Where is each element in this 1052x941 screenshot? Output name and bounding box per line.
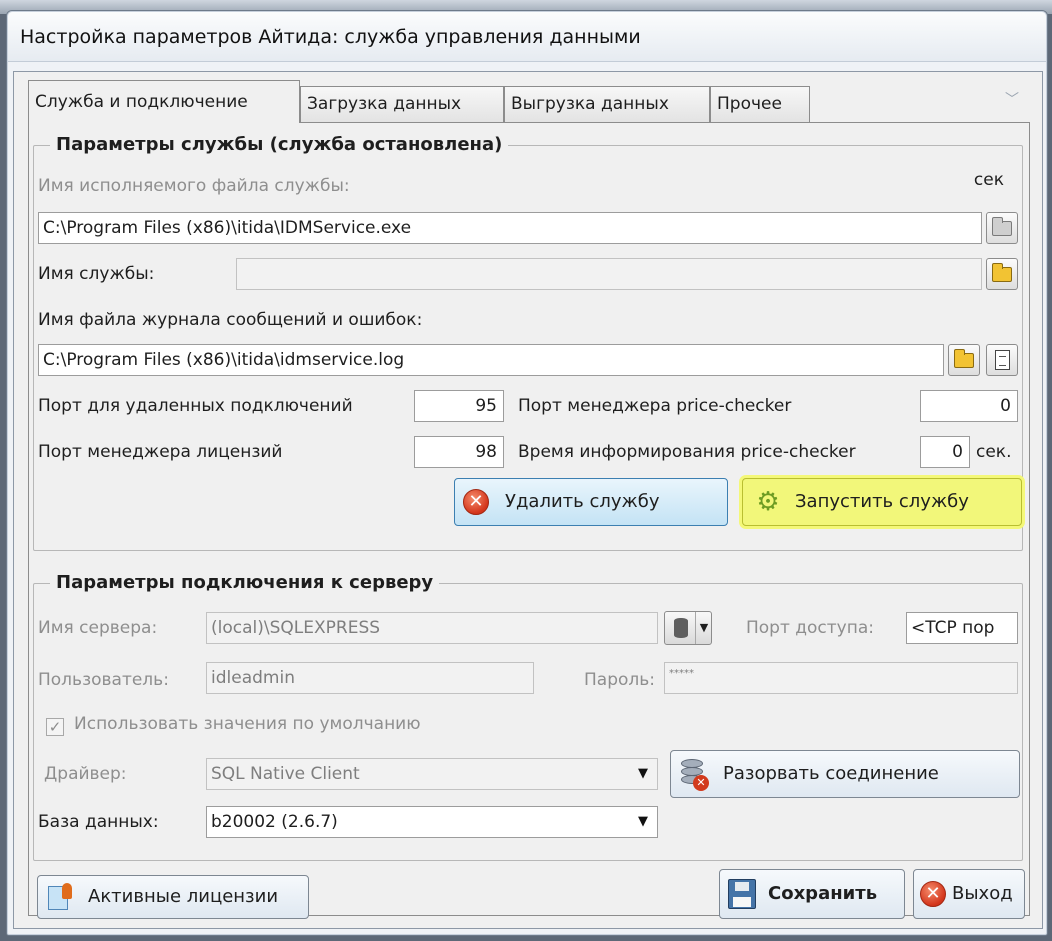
exit-x-icon: ✕ [920, 881, 946, 907]
connection-params-group: Параметры подключения к серверу Имя серв… [33, 572, 1023, 861]
database-icon [674, 618, 688, 638]
driver-dropdown-arrow-icon[interactable]: ▼ [629, 759, 657, 789]
pricechecker-port-field[interactable]: 0 [920, 390, 1018, 422]
tab-service-connection[interactable]: Служба и подключение [28, 80, 300, 123]
database-label: База данных: [38, 812, 159, 832]
settings-window: Настройка параметров Айтида: служба упра… [6, 10, 1048, 936]
service-params-group: Параметры службы (служба остановлена) Им… [33, 134, 1023, 551]
start-service-button[interactable]: ⚙ Запустить службу [742, 478, 1022, 526]
service-name-field[interactable] [236, 258, 982, 290]
driver-label: Драйвер: [44, 764, 127, 784]
exe-label: Имя исполняемого файла службы: [38, 176, 350, 196]
tab-overflow-chevron-icon[interactable]: ﹀ [1004, 93, 1020, 107]
inform-time-field[interactable]: 0 [920, 436, 970, 468]
tab-other[interactable]: Прочее [710, 86, 810, 122]
connection-group-title: Параметры подключения к серверу [50, 572, 440, 593]
log-path-field[interactable]: C:\Program Files (x86)\itida\idmservice.… [38, 344, 944, 376]
inform-time-unit: сек. [976, 442, 1012, 462]
access-port-label: Порт доступа: [746, 618, 875, 638]
folder-icon [954, 349, 974, 368]
delete-x-icon: ✕ [463, 489, 489, 515]
exit-button[interactable]: ✕ Выход [913, 869, 1025, 919]
dropdown-arrow-icon[interactable]: ▼ [695, 612, 712, 644]
document-icon [995, 350, 1010, 370]
server-name-field[interactable]: (local)\SQLEXPRESS [206, 612, 658, 644]
remote-port-label: Порт для удаленных подключений [38, 396, 353, 416]
license-port-field[interactable]: 98 [414, 436, 504, 468]
exe-unit-label: сек [973, 170, 1004, 190]
folder-icon [992, 263, 1012, 282]
tab-strip: Служба и подключение Загрузка данных Выг… [28, 80, 1028, 123]
floppy-disk-icon [728, 879, 756, 909]
remote-port-field[interactable]: 95 [414, 390, 504, 422]
browse-service-button[interactable] [986, 258, 1018, 290]
exe-path-field[interactable]: C:\Program Files (x86)\itida\IDMService.… [38, 212, 982, 244]
service-name-label: Имя службы: [38, 264, 155, 284]
disconnect-button[interactable]: ✕ Разорвать соединение [670, 750, 1020, 798]
tab-panel-service-connection: Параметры службы (служба остановлена) Им… [28, 122, 1030, 919]
save-button[interactable]: Сохранить [719, 869, 905, 919]
tab-data-export[interactable]: Выгрузка данных [504, 86, 710, 122]
pricechecker-port-label: Порт менеджера price-checker [518, 396, 792, 416]
user-label: Пользователь: [38, 670, 169, 690]
database-select[interactable]: b20002 (2.6.7) ▼ [206, 806, 658, 838]
window-title: Настройка параметров Айтида: служба упра… [20, 26, 641, 48]
browse-log-button[interactable] [948, 344, 980, 376]
delete-service-button[interactable]: ✕ Удалить службу [454, 478, 728, 526]
view-log-button[interactable] [986, 344, 1018, 376]
database-dropdown-arrow-icon[interactable]: ▼ [629, 807, 657, 837]
password-label: Пароль: [584, 670, 656, 690]
user-field[interactable]: idleadmin [206, 662, 534, 694]
log-file-label: Имя файла журнала сообщений и ошибок: [38, 310, 423, 330]
server-browse-split-button[interactable]: ▼ [664, 611, 712, 645]
license-icon [48, 883, 76, 913]
use-defaults-checkbox[interactable]: ✓ [46, 718, 64, 736]
driver-select[interactable]: SQL Native Client ▼ [206, 758, 658, 790]
access-port-field[interactable]: <TCP пор [906, 612, 1018, 644]
gear-icon: ⚙ [756, 487, 780, 517]
browse-exe-button[interactable] [986, 212, 1018, 244]
tab-data-import[interactable]: Загрузка данных [300, 86, 504, 122]
inform-time-label: Время информирования price-checker [518, 442, 856, 462]
service-group-title: Параметры службы (служба остановлена) [50, 134, 509, 155]
window-client: Служба и подключение Загрузка данных Выг… [13, 71, 1043, 929]
active-licenses-button[interactable]: Активные лицензии [37, 875, 309, 919]
use-defaults-label: Использовать значения по умолчанию [74, 714, 421, 734]
title-bar[interactable]: Настройка параметров Айтида: служба упра… [8, 12, 1046, 62]
database-disconnect-icon: ✕ [681, 759, 709, 791]
license-port-label: Порт менеджера лицензий [38, 442, 283, 462]
password-field[interactable]: ***** [664, 662, 1018, 694]
folder-icon [992, 217, 1012, 236]
server-name-label: Имя сервера: [38, 618, 158, 638]
